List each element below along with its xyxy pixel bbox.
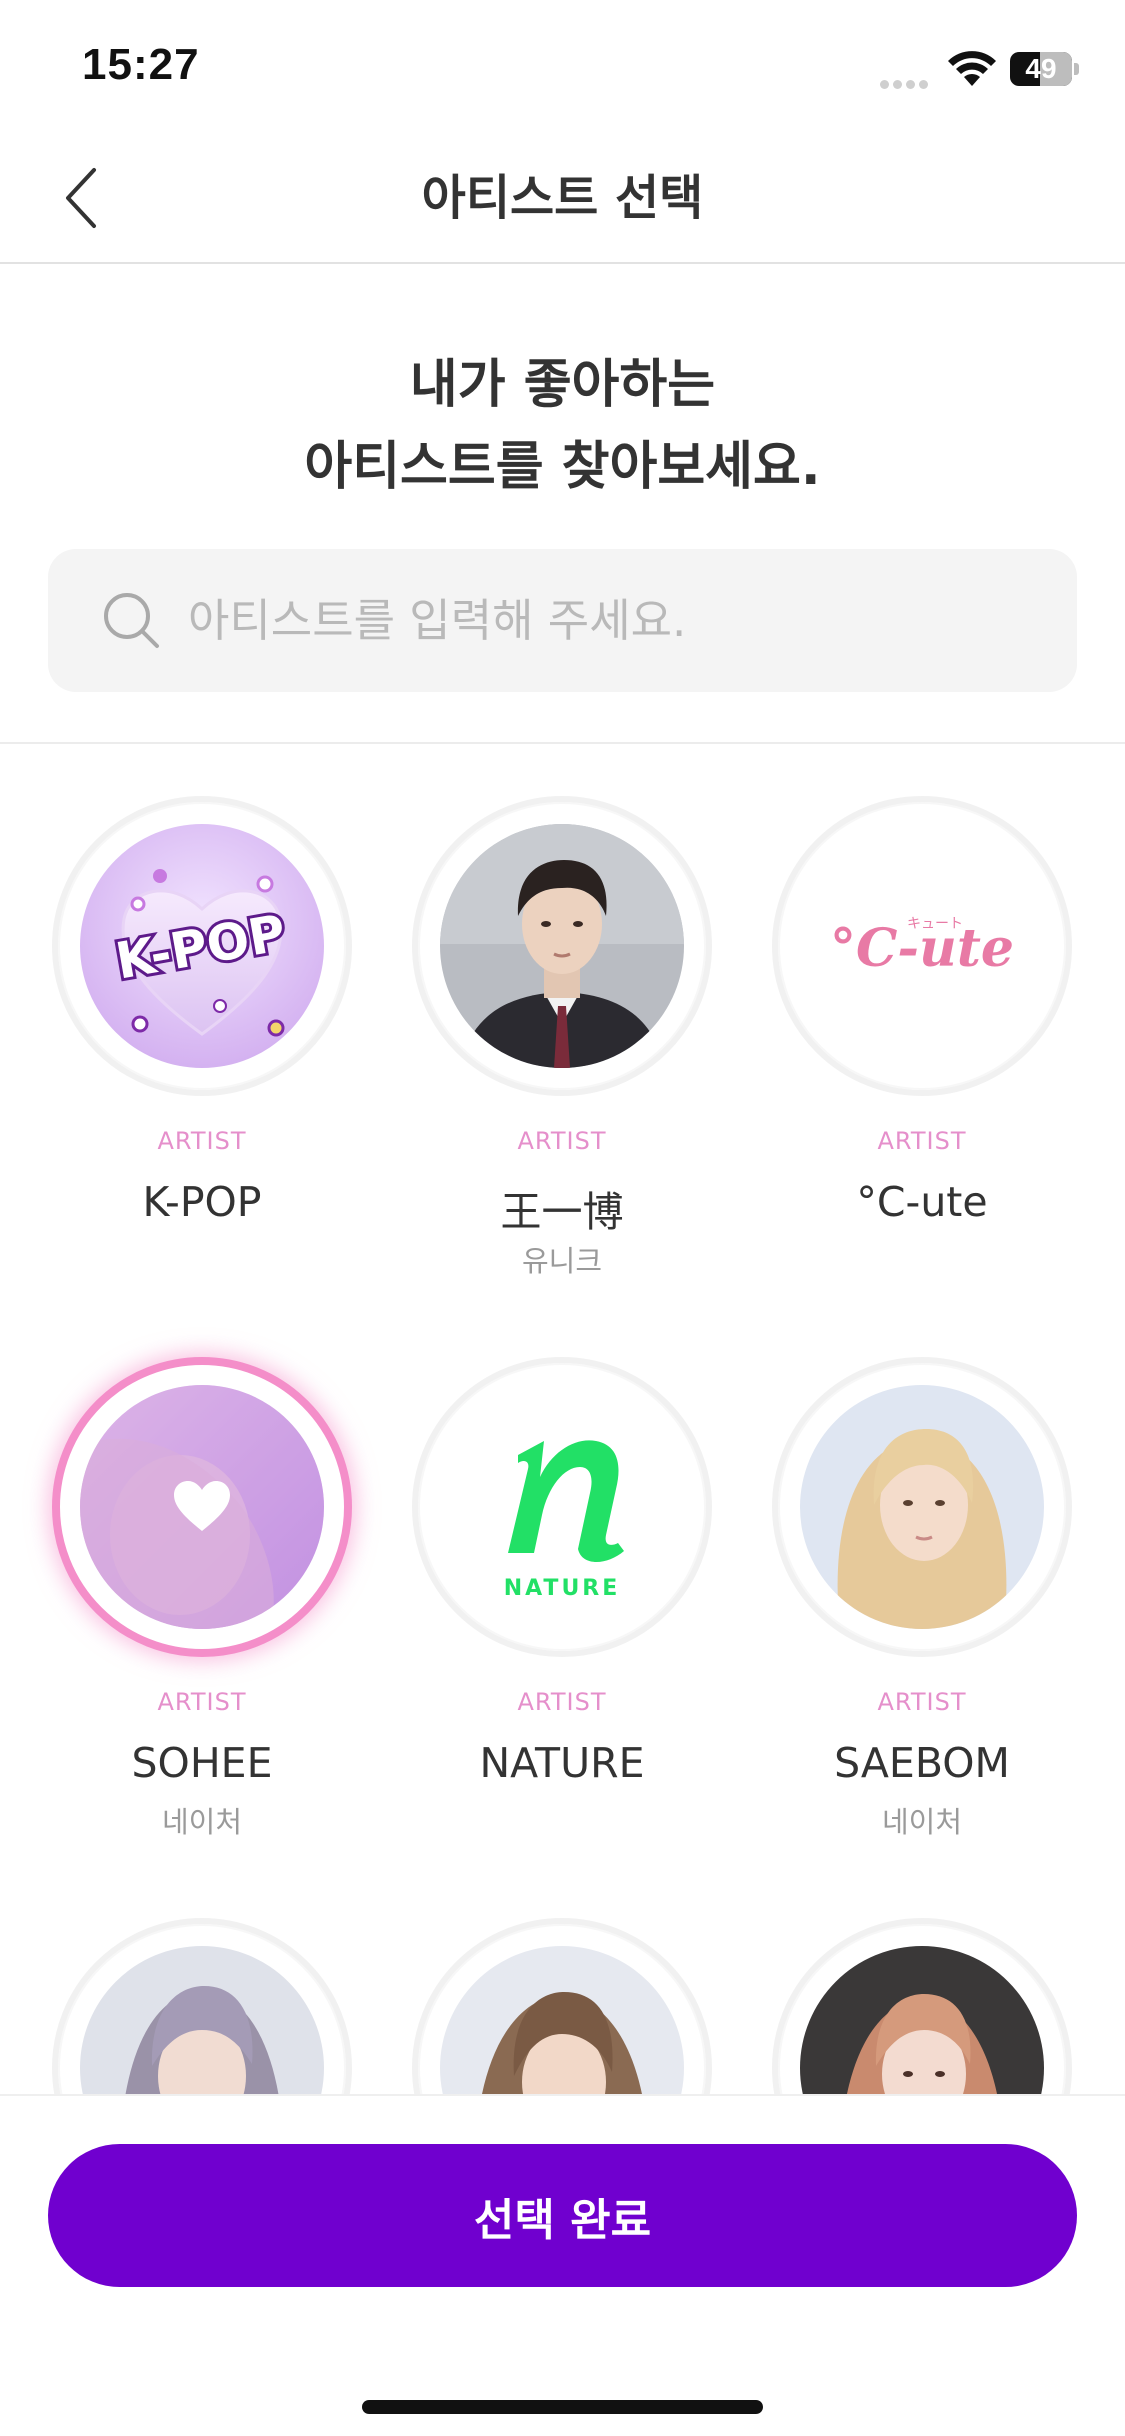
search-box[interactable] <box>48 549 1077 692</box>
avatar-photo <box>800 1946 1044 2094</box>
artist-group: 유니크 <box>521 1244 603 1278</box>
avatar-cute-logo: キュート °C-ute <box>800 824 1044 1068</box>
artist-item-nature[interactable]: NATURE ARTIST NATURE <box>382 1305 742 1805</box>
search-input[interactable] <box>188 549 1048 692</box>
artist-type-label: ARTIST <box>517 1127 607 1155</box>
artist-name: K-POP <box>142 1178 262 1226</box>
avatar-ring <box>412 1918 712 2094</box>
artist-item-saebom[interactable]: ARTIST SAEBOM 네이처 <box>742 1305 1102 1839</box>
artist-grid[interactable]: K-POP ARTIST K-POP ARTIST 王一博 유니크 キュート °… <box>0 744 1125 2094</box>
artist-type-label: ARTIST <box>157 1688 247 1716</box>
artist-item-cute[interactable]: キュート °C-ute ARTIST °C-ute <box>742 744 1102 1244</box>
avatar-ring: NATURE <box>412 1357 712 1657</box>
artist-item-wang-yibo[interactable]: ARTIST 王一博 유니크 <box>382 744 742 1278</box>
artist-type-label: ARTIST <box>157 1127 247 1155</box>
nav-bar: 아티스트 선택 <box>0 132 1125 264</box>
nature-logo-text: NATURE <box>504 1576 621 1601</box>
cute-logo-text: °C-ute <box>830 918 1014 979</box>
headline-line-2: 아티스트를 찾아보세요. <box>304 437 821 497</box>
artist-name: SOHEE <box>131 1739 273 1787</box>
artist-name: SAEBOM <box>834 1739 1010 1787</box>
avatar-ring <box>412 796 712 1096</box>
artist-type-label: ARTIST <box>877 1127 967 1155</box>
artist-item-row3-2[interactable] <box>382 1866 742 2094</box>
avatar-photo <box>440 824 684 1068</box>
avatar-photo <box>800 1385 1044 1629</box>
home-indicator <box>362 2400 763 2414</box>
avatar-ring <box>772 1918 1072 2094</box>
bottom-bar: 선택 완료 <box>0 2094 1125 2436</box>
avatar-ring: キュート °C-ute <box>772 796 1072 1096</box>
avatar-ring <box>52 1918 352 2094</box>
artist-type-label: ARTIST <box>877 1688 967 1716</box>
battery-icon: 49 <box>1010 52 1080 86</box>
artist-item-kpop[interactable]: K-POP ARTIST K-POP <box>22 744 382 1244</box>
artist-item-row3-1[interactable] <box>22 1866 382 2094</box>
artist-name: °C-ute <box>856 1178 988 1226</box>
avatar-ring <box>772 1357 1072 1657</box>
search-icon <box>104 593 159 648</box>
artist-name: NATURE <box>479 1739 645 1787</box>
status-time: 15:27 <box>82 40 200 89</box>
artist-type-label: ARTIST <box>517 1688 607 1716</box>
avatar-ring-selected <box>52 1357 352 1657</box>
artist-item-sohee[interactable]: ARTIST SOHEE 네이처 <box>22 1305 382 1839</box>
avatar-nature-logo: NATURE <box>440 1385 684 1629</box>
headline-line-1: 내가 좋아하는 <box>409 355 716 415</box>
wifi-icon <box>948 51 996 86</box>
confirm-selection-button[interactable]: 선택 완료 <box>48 2144 1077 2287</box>
artist-item-row3-3[interactable] <box>742 1866 1102 2094</box>
battery-level: 49 <box>1025 53 1057 84</box>
cellular-signal-icon <box>880 74 932 89</box>
artist-group: 네이처 <box>161 1805 243 1839</box>
artist-group: 네이처 <box>881 1805 963 1839</box>
avatar-photo <box>440 1946 684 2094</box>
page-title: 아티스트 선택 <box>421 170 704 226</box>
avatar-kpop-logo: K-POP <box>80 824 324 1068</box>
status-bar: 15:27 49 <box>0 0 1125 132</box>
heart-icon <box>174 1481 230 1531</box>
avatar-photo <box>80 1946 324 2094</box>
avatar-ring: K-POP <box>52 796 352 1096</box>
artist-name: 王一博 <box>500 1188 624 1236</box>
avatar-photo <box>80 1385 324 1629</box>
headline: 내가 좋아하는 아티스트를 찾아보세요. <box>0 344 1125 508</box>
